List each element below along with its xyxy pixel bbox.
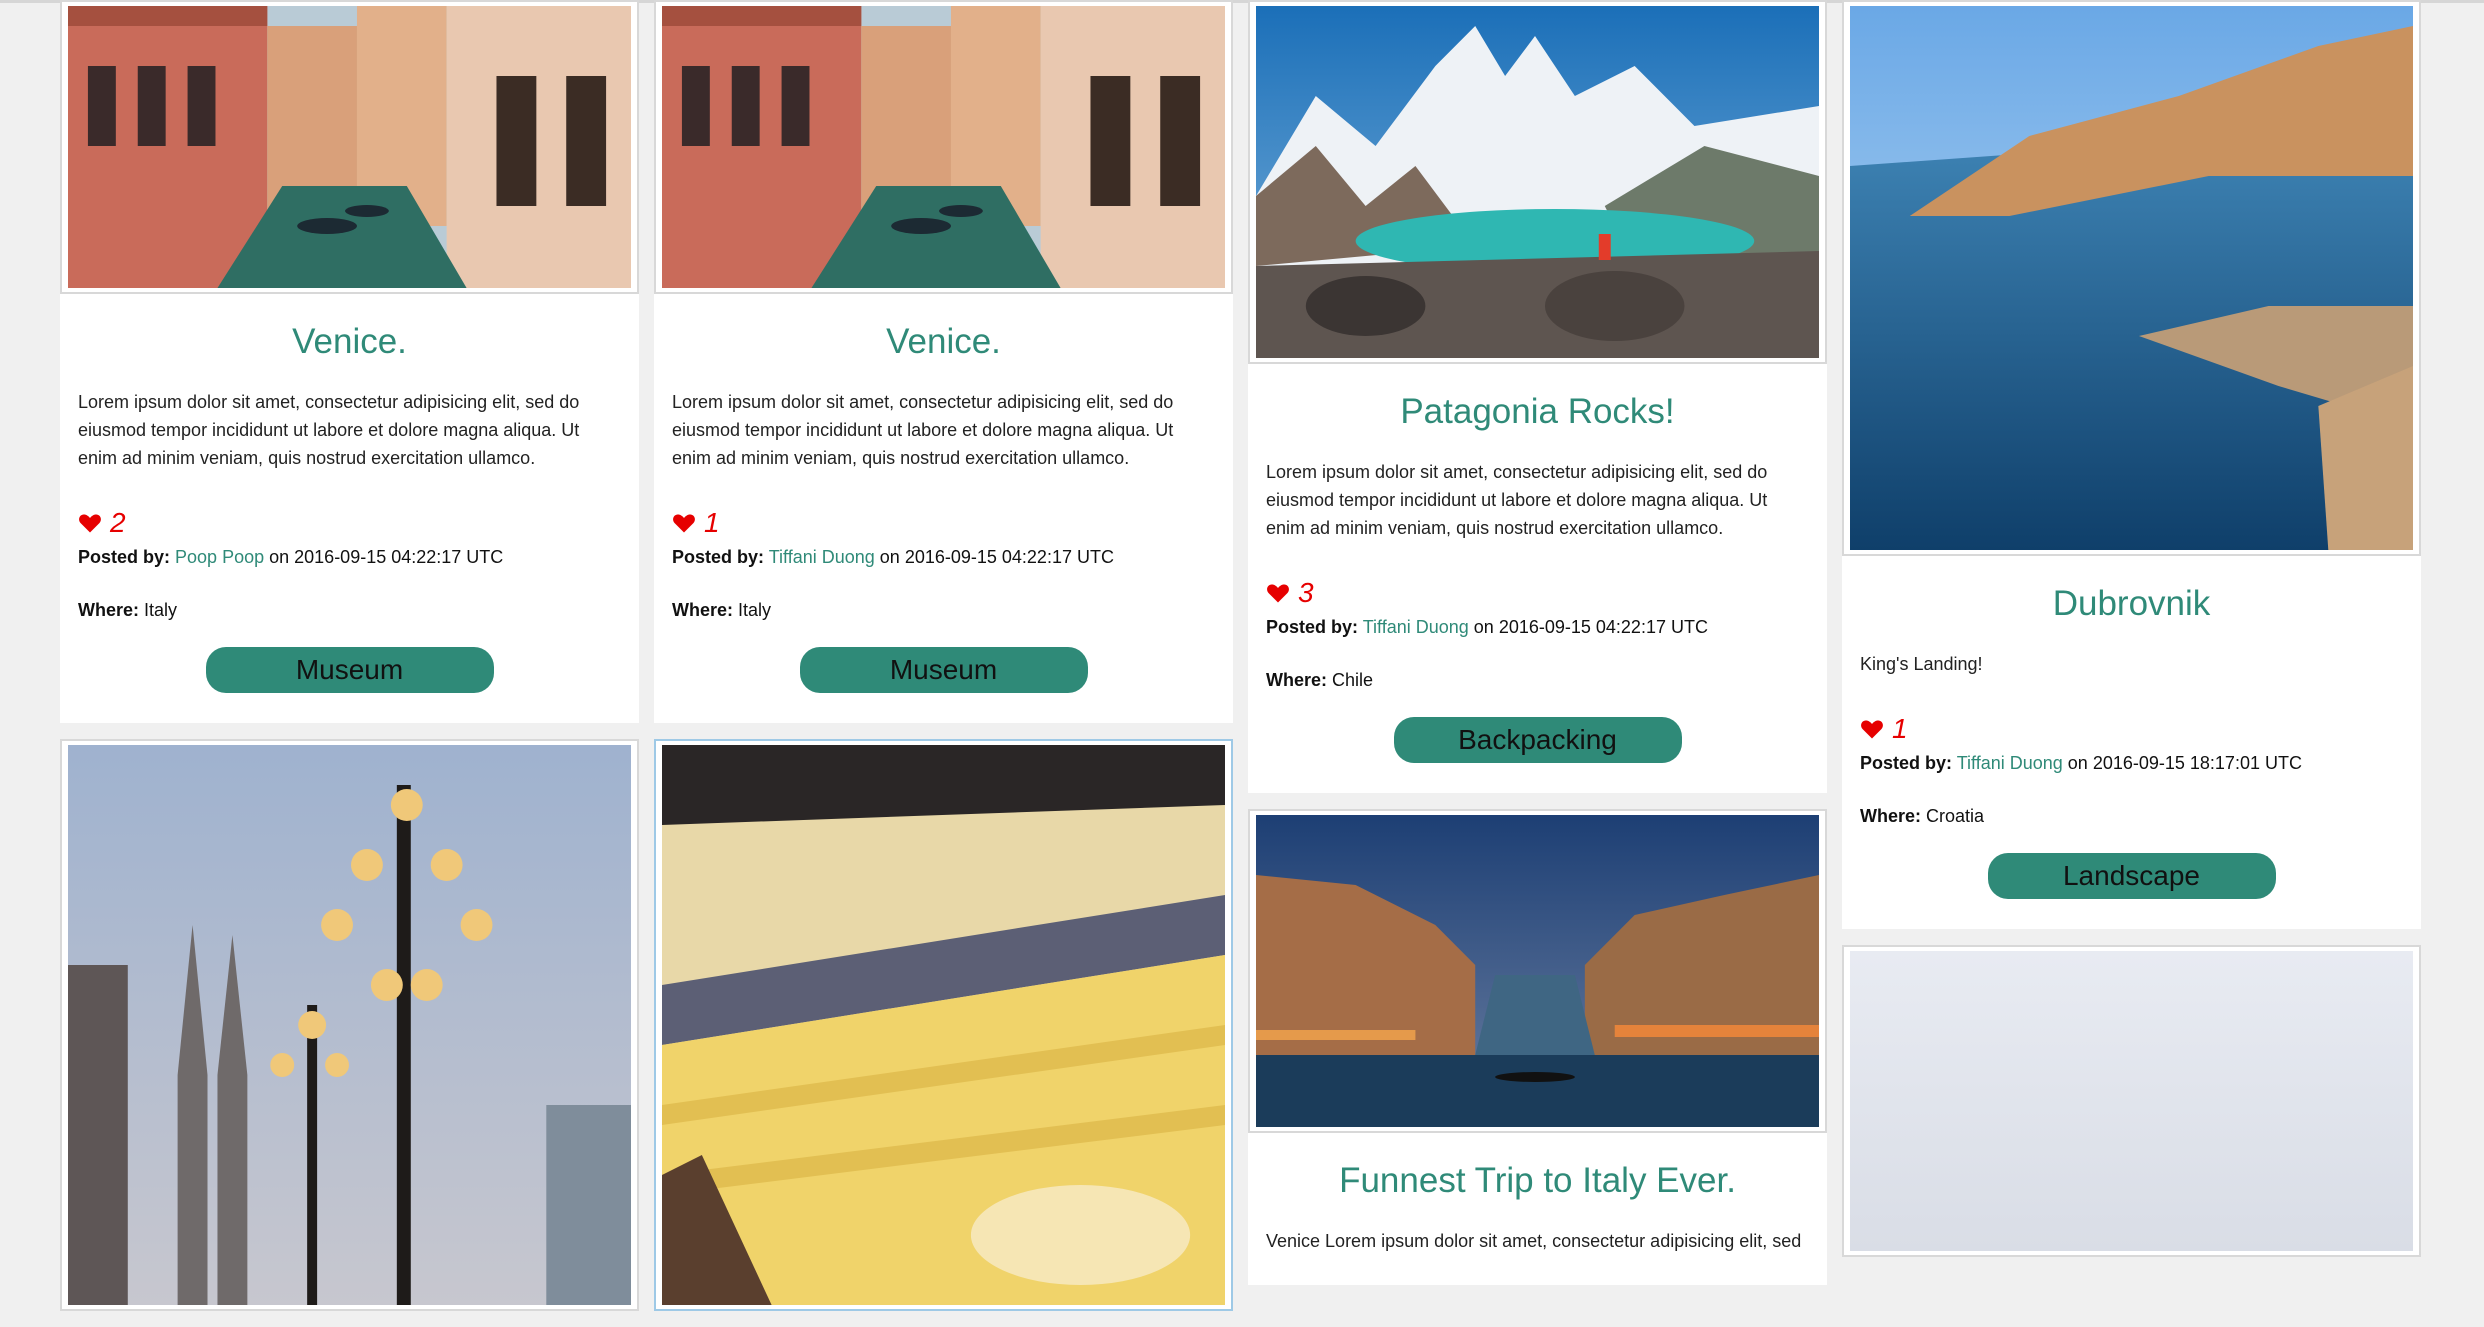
photo-frame xyxy=(654,0,1233,294)
category-tag-button[interactable]: Museum xyxy=(205,647,494,693)
fresh-pasta-image xyxy=(662,745,1225,1305)
posted-by-line: Posted by: Poop Poop on 2016-09-15 04:22… xyxy=(78,544,621,570)
feed-column-3: Patagonia Rocks! Lorem ipsum dolor sit a… xyxy=(1248,0,1827,1301)
photo-frame xyxy=(1248,809,1827,1133)
post-photo-foggy[interactable] xyxy=(1850,951,2413,1251)
post-title[interactable]: Funnest Trip to Italy Ever. xyxy=(1266,1161,1809,1201)
like-count: 2 xyxy=(110,507,126,538)
post-photo-venice-canal[interactable] xyxy=(68,6,631,288)
photo-frame xyxy=(1248,0,1827,364)
post-title[interactable]: Venice. xyxy=(672,322,1215,362)
heart-icon[interactable] xyxy=(1860,717,1884,741)
author-link[interactable]: Poop Poop xyxy=(175,547,264,567)
post-card[interactable] xyxy=(1842,945,2421,1257)
post-timestamp: on 2016-09-15 18:17:01 UTC xyxy=(2067,753,2302,773)
heart-icon[interactable] xyxy=(1266,581,1290,605)
post-body: Venice. Lorem ipsum dolor sit amet, cons… xyxy=(654,294,1233,723)
post-title[interactable]: Venice. xyxy=(78,322,621,362)
like-count: 3 xyxy=(1298,577,1314,608)
location-value: Croatia xyxy=(1926,806,1985,826)
foggy-landscape-image xyxy=(1850,951,2413,1251)
category-tag-button[interactable]: Backpacking xyxy=(1393,717,1682,763)
post-description: King's Landing! xyxy=(1860,654,1983,674)
like-count: 1 xyxy=(1892,713,1908,744)
posted-by-label: Posted by: xyxy=(1860,753,1953,773)
post-photo-patagonia[interactable] xyxy=(1256,6,1819,358)
where-label: Where: xyxy=(1860,806,1922,826)
author-link[interactable]: Tiffani Duong xyxy=(1957,753,2063,773)
post-card[interactable]: Patagonia Rocks! Lorem ipsum dolor sit a… xyxy=(1248,0,1827,793)
like-row: 1 xyxy=(1860,712,2403,746)
post-body: Patagonia Rocks! Lorem ipsum dolor sit a… xyxy=(1248,364,1827,793)
post-body: Dubrovnik King's Landing! 1 Posted by: T… xyxy=(1842,556,2421,929)
heart-icon[interactable] xyxy=(672,511,696,535)
photo-frame xyxy=(1842,945,2421,1257)
location-value: Chile xyxy=(1332,670,1374,690)
patagonia-mountains-image xyxy=(1256,6,1819,358)
venice-canal-image xyxy=(662,6,1225,288)
venice-canal-image xyxy=(68,6,631,288)
photo-frame xyxy=(1842,0,2421,556)
post-photo-vienna-lamps[interactable] xyxy=(68,745,631,1305)
photo-frame xyxy=(60,739,639,1311)
vienna-lamps-image xyxy=(68,745,631,1305)
where-line: Where: Italy xyxy=(672,600,1215,621)
feed-column-1: Venice. Lorem ipsum dolor sit amet, cons… xyxy=(60,0,639,1327)
post-photo-venice-night[interactable] xyxy=(1256,815,1819,1127)
post-card[interactable]: Venice. Lorem ipsum dolor sit amet, cons… xyxy=(654,0,1233,723)
post-title[interactable]: Patagonia Rocks! xyxy=(1266,392,1809,432)
post-card[interactable]: Venice. Lorem ipsum dolor sit amet, cons… xyxy=(60,0,639,723)
post-timestamp: on 2016-09-15 04:22:17 UTC xyxy=(879,547,1114,567)
where-line: Where: Croatia xyxy=(1860,806,2403,827)
posted-by-line: Posted by: Tiffani Duong on 2016-09-15 0… xyxy=(1266,614,1809,640)
author-link[interactable]: Tiffani Duong xyxy=(769,547,875,567)
post-photo-venice-canal[interactable] xyxy=(662,6,1225,288)
venice-grand-canal-night-image xyxy=(1256,815,1819,1127)
like-row: 2 xyxy=(78,506,621,540)
posted-by-line: Posted by: Tiffani Duong on 2016-09-15 1… xyxy=(1860,750,2403,776)
posted-by-line: Posted by: Tiffani Duong on 2016-09-15 0… xyxy=(672,544,1215,570)
post-description: Lorem ipsum dolor sit amet, consectetur … xyxy=(1266,462,1768,538)
post-card[interactable]: Dubrovnik King's Landing! 1 Posted by: T… xyxy=(1842,0,2421,929)
like-row: 1 xyxy=(672,506,1215,540)
where-label: Where: xyxy=(78,600,140,620)
posted-by-label: Posted by: xyxy=(672,547,765,567)
where-label: Where: xyxy=(672,600,734,620)
where-label: Where: xyxy=(1266,670,1328,690)
posted-by-label: Posted by: xyxy=(1266,617,1359,637)
feed-column-2: Venice. Lorem ipsum dolor sit amet, cons… xyxy=(654,0,1233,1327)
post-title[interactable]: Dubrovnik xyxy=(1860,584,2403,624)
like-row: 3 xyxy=(1266,576,1809,610)
category-tag-button[interactable]: Museum xyxy=(799,647,1088,693)
feed-column-4: Dubrovnik King's Landing! 1 Posted by: T… xyxy=(1842,0,2421,1273)
like-count: 1 xyxy=(704,507,720,538)
post-body: Venice. Lorem ipsum dolor sit amet, cons… xyxy=(60,294,639,723)
post-photo-dubrovnik[interactable] xyxy=(1850,6,2413,550)
post-description: Lorem ipsum dolor sit amet, consectetur … xyxy=(78,392,580,468)
author-link[interactable]: Tiffani Duong xyxy=(1363,617,1469,637)
photo-frame xyxy=(60,0,639,294)
photo-frame xyxy=(654,739,1233,1311)
posted-by-label: Posted by: xyxy=(78,547,171,567)
post-description: Lorem ipsum dolor sit amet, consectetur … xyxy=(672,392,1174,468)
dubrovnik-coast-image xyxy=(1850,6,2413,550)
location-value: Italy xyxy=(144,600,178,620)
location-value: Italy xyxy=(738,600,772,620)
post-body: Funnest Trip to Italy Ever. Venice Lorem… xyxy=(1248,1133,1827,1285)
heart-icon[interactable] xyxy=(78,511,102,535)
post-timestamp: on 2016-09-15 04:22:17 UTC xyxy=(1473,617,1708,637)
where-line: Where: Chile xyxy=(1266,670,1809,691)
post-timestamp: on 2016-09-15 04:22:17 UTC xyxy=(269,547,504,567)
post-photo-pasta[interactable] xyxy=(662,745,1225,1305)
post-description: Venice Lorem ipsum dolor sit amet, conse… xyxy=(1266,1231,1802,1251)
category-tag-button[interactable]: Landscape xyxy=(1987,853,2276,899)
post-card[interactable] xyxy=(60,739,639,1311)
post-card[interactable]: Funnest Trip to Italy Ever. Venice Lorem… xyxy=(1248,809,1827,1285)
where-line: Where: Italy xyxy=(78,600,621,621)
post-card[interactable] xyxy=(654,739,1233,1311)
